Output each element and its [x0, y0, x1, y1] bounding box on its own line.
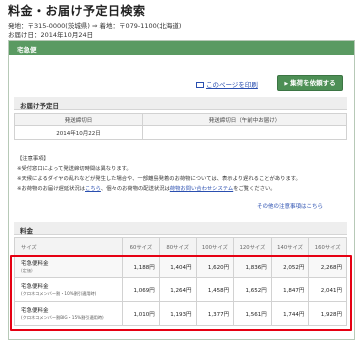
delivery-header: 発送締切日（午前中お届け）: [142, 113, 347, 126]
print-link[interactable]: このページを印刷: [196, 79, 258, 89]
delivery-date-label: お届け日：2014年10月24日: [8, 31, 94, 39]
price-cell: 1,836円: [233, 255, 272, 278]
destination-label: 着地：〒079-1100(北海道): [99, 22, 182, 30]
service-panel: 宅急便 このページを印刷 ▶ 集荷を依頼する お届け予定日 発送締切日 発送締切日…: [8, 40, 355, 340]
price-cell: 2,052円: [270, 255, 310, 278]
price-cell: 1,928円: [308, 301, 347, 326]
delivery-cutoff-value: 2014年10月22日: [14, 125, 143, 140]
price-cell: 1,264円: [158, 277, 197, 302]
pickup-request-button[interactable]: ▶ 集荷を依頼する: [277, 75, 343, 91]
price-cell: 1,620円: [195, 255, 235, 278]
price-cell: 1,377円: [195, 301, 235, 326]
status-link[interactable]: こちら: [85, 186, 101, 192]
table-row: 宅急便料金 (定価) 1,188円 1,404円 1,620円 1,836円 2,…: [14, 255, 347, 278]
notes-title: 【注意事項】: [17, 156, 49, 162]
note-line: ※受付窓口によって発送締切時間は異なります。: [17, 166, 132, 172]
price-cell: 1,404円: [158, 255, 197, 278]
size-header: サイズ: [14, 237, 123, 256]
service-name: 宅急便: [9, 41, 354, 55]
price-cell: 1,069円: [122, 277, 160, 302]
delivery-header: 発送締切日: [14, 113, 143, 126]
price-cell: 1,188円: [122, 255, 160, 278]
price-cell: 2,268円: [308, 255, 347, 278]
pickup-button-label: 集荷を依頼する: [290, 79, 336, 87]
price-cell: 1,010円: [122, 301, 160, 326]
other-notes-link[interactable]: その他の注意事項はこちら: [257, 202, 323, 210]
print-icon: [196, 82, 204, 88]
print-link-label: このページを印刷: [206, 81, 258, 89]
row-label: 宅急便料金 (クロネコメンバー割・10%割引適用時): [14, 277, 123, 302]
price-cell: 1,561円: [233, 301, 272, 326]
price-cell: 1,458円: [195, 277, 235, 302]
price-cell: 1,193円: [158, 301, 197, 326]
size-column: 100サイズ: [195, 237, 235, 256]
page-title: 料金・お届け予定日検索: [8, 4, 146, 18]
notes: 【注意事項】 ※受付窓口によって発送締切時間は異なります。 ※天候によるダイヤの…: [17, 154, 347, 194]
note-line: ※天候によるダイヤの乱れなどが発生した場合や、一部離島発着のお荷物については、表…: [17, 176, 301, 182]
price-cell: 1,744円: [270, 301, 310, 326]
table-row: 宅急便料金 (クロネコメンバー割・10%割引適用時) 1,069円 1,264円 …: [14, 277, 347, 302]
size-column: 80サイズ: [158, 237, 197, 256]
tracking-link[interactable]: 荷物お問い合わせシステム: [170, 186, 233, 192]
price-cell: 1,652円: [233, 277, 272, 302]
row-label: 宅急便料金 (クロネコメンバー割BIG・15%割引適用時): [14, 301, 123, 326]
delivery-table: 発送締切日 発送締切日（午前中お届け） 2014年10月22日: [14, 113, 347, 140]
pricing-table: サイズ 60サイズ 80サイズ 100サイズ 120サイズ 140サイズ 160…: [14, 237, 347, 326]
delivery-section-title: お届け予定日: [14, 97, 347, 110]
size-column: 60サイズ: [122, 237, 160, 256]
row-label: 宅急便料金 (定価): [14, 255, 123, 278]
arrow-right-icon: ▶: [284, 81, 289, 87]
size-column: 120サイズ: [233, 237, 272, 256]
delivery-cutoff-am-value: [142, 125, 347, 140]
pricing-section-title: 料金: [14, 222, 347, 235]
size-column: 160サイズ: [308, 237, 347, 256]
table-row: 宅急便料金 (クロネコメンバー割BIG・15%割引適用時) 1,010円 1,19…: [14, 301, 347, 326]
size-column: 140サイズ: [270, 237, 310, 256]
price-cell: 1,847円: [270, 277, 310, 302]
note-line: ※お荷物のお届け遅延状況はこちら、個々のお荷物の配送状況は荷物お問い合わせシステ…: [17, 186, 276, 192]
action-bar: このページを印刷 ▶ 集荷を依頼する: [9, 75, 354, 93]
price-cell: 2,041円: [308, 277, 347, 302]
